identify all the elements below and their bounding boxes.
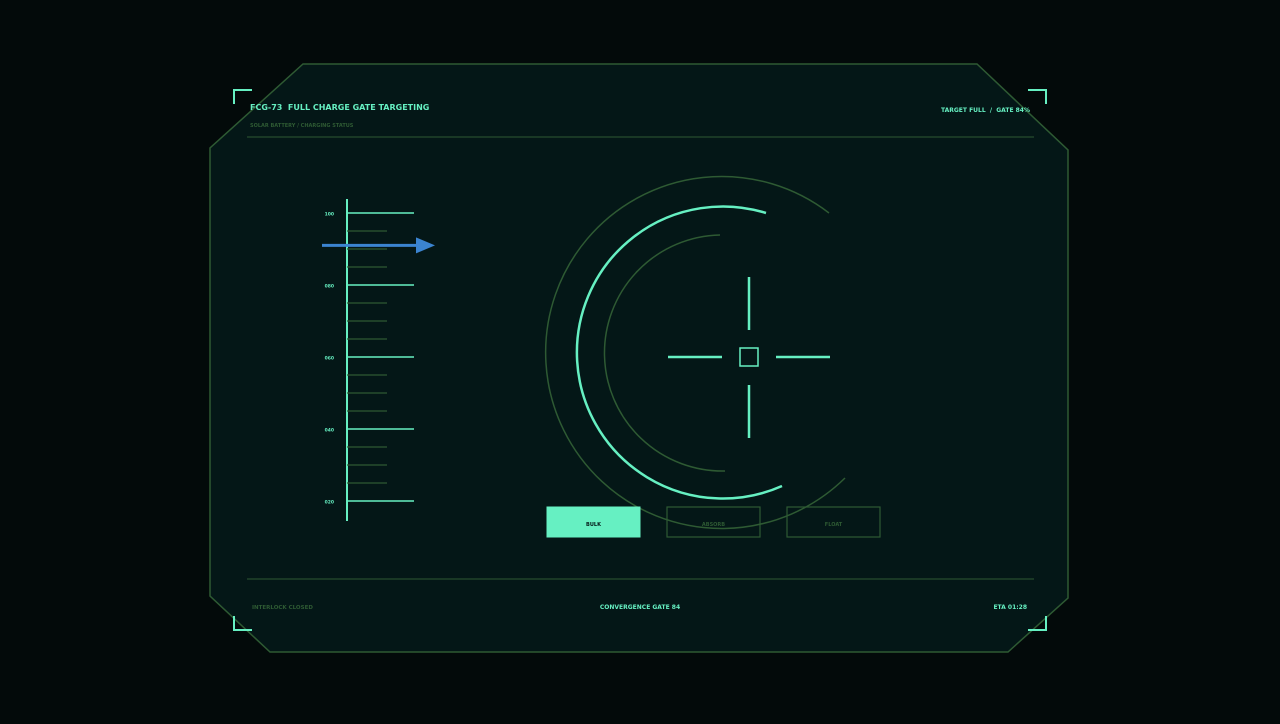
gauge-tick-label: 080 bbox=[325, 284, 334, 290]
panel-title: FCG-73 FULL CHARGE GATE TARGETING bbox=[250, 103, 429, 112]
hud-screen: FCG-73 FULL CHARGE GATE TARGETING SOLAR … bbox=[0, 0, 1280, 720]
mode-button-label: ABSORB bbox=[702, 522, 725, 528]
gauge-tick-label: 060 bbox=[325, 356, 334, 362]
interlock-status: INTERLOCK CLOSED bbox=[252, 605, 313, 611]
mode-button-label: BULK bbox=[586, 522, 602, 528]
panel-subtitle: SOLAR BATTERY / CHARGING STATUS bbox=[250, 123, 354, 129]
mode-button-bulk[interactable]: BULK bbox=[546, 506, 641, 538]
gauge-tick-label: 040 bbox=[325, 428, 334, 434]
eta-readout: ETA 01:28 bbox=[993, 604, 1027, 611]
mode-button-label: FLOAT bbox=[825, 522, 843, 528]
gauge-tick-label: 020 bbox=[325, 500, 334, 506]
convergence-gate: CONVERGENCE GATE 84 bbox=[600, 604, 680, 611]
target-status: TARGET FULL / GATE 84% bbox=[941, 107, 1030, 114]
gauge-tick-label: 100 bbox=[325, 212, 334, 218]
panel-frame bbox=[209, 63, 1069, 653]
